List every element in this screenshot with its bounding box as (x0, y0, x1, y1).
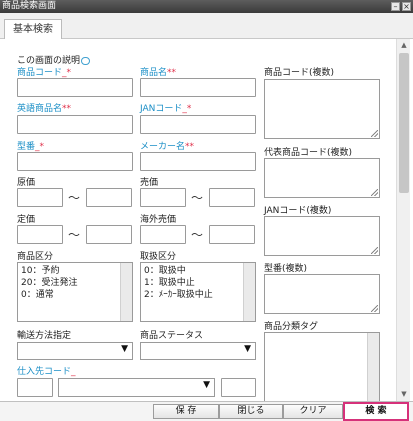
rep-codes-multi-label: 代表商品コード(複数) (264, 148, 353, 158)
jan-multi-label: JANコード(複数) (264, 206, 332, 216)
product-code-input[interactable] (17, 78, 133, 97)
model-no-label[interactable]: 型番_* (17, 139, 44, 152)
clear-button[interactable]: クリア (283, 404, 343, 419)
product-name-input[interactable] (140, 78, 256, 97)
shipping-method-label: 輸送方法指定 (17, 331, 72, 341)
required-mark: _* (35, 142, 45, 152)
model-multi-label: 型番(複数) (264, 264, 308, 274)
dropdown-arrow-icon: ▼ (203, 380, 210, 390)
handling-category-label: 取扱区分 (140, 252, 177, 262)
english-name-label[interactable]: 英語商品名** (17, 101, 71, 114)
required-mark: _* (62, 68, 72, 78)
jan-code-label[interactable]: JANコード_* (140, 101, 191, 114)
required-mark: ** (167, 68, 177, 78)
shipping-method-select[interactable]: ▼ (17, 342, 133, 360)
product-status-label: 商品ステータス (140, 331, 204, 341)
product-category-label: 商品区分 (17, 252, 54, 262)
selling-price-label: 売価 (140, 178, 159, 188)
minimize-button[interactable]: – (391, 2, 400, 11)
product-status-select[interactable]: ▼ (140, 342, 256, 360)
list-item[interactable]: 0：取扱中 (144, 265, 252, 277)
window-controls: – × (391, 2, 411, 11)
scroll-down-icon[interactable]: ▼ (397, 388, 411, 401)
listbox-scrollbar[interactable] (243, 263, 255, 321)
range-separator: 〜 (68, 228, 81, 242)
required-mark: _ (71, 367, 76, 377)
listbox-scrollbar[interactable] (367, 333, 379, 401)
supplier-extra-input[interactable] (221, 378, 256, 397)
range-separator: 〜 (191, 228, 204, 242)
save-button[interactable]: 保 存 (153, 404, 219, 419)
tab-basic-search[interactable]: 基本検索 (4, 19, 62, 40)
speech-bubble-icon (81, 56, 91, 65)
list-item[interactable]: 20：受注発注 (21, 277, 129, 289)
resize-grip-icon[interactable] (371, 189, 378, 196)
product-code-label-text: 商品コード (17, 68, 63, 78)
model-no-label-text: 型番 (17, 142, 36, 152)
search-form: この画面の説明 商品コード_* 商品名** 英語商品名** JANコード_* 型… (0, 39, 396, 401)
product-name-label[interactable]: 商品名** (140, 65, 176, 78)
resize-grip-icon[interactable] (371, 247, 378, 254)
required-mark: ** (62, 104, 72, 114)
list-price-to-input[interactable] (86, 225, 132, 244)
category-tag-label: 商品分類タグ (264, 322, 319, 332)
category-tag-listbox[interactable] (264, 332, 380, 401)
product-category-listbox[interactable]: 10：予約 20：受注発注 0：通常 (17, 262, 133, 322)
maker-name-input[interactable] (140, 152, 256, 171)
supplier-code-label[interactable]: 仕入先コード_ (17, 364, 76, 377)
footer-toolbar: 保 存 閉じる クリア 検 索 (0, 401, 413, 421)
selling-price-from-input[interactable] (140, 188, 186, 207)
list-price-from-input[interactable] (17, 225, 63, 244)
model-no-input[interactable] (17, 152, 133, 171)
close-button[interactable]: × (402, 2, 411, 11)
overseas-price-to-input[interactable] (209, 225, 255, 244)
search-button[interactable]: 検 索 (343, 402, 409, 421)
dropdown-arrow-icon: ▼ (121, 344, 128, 354)
list-item[interactable]: 1：取扱中止 (144, 277, 252, 289)
resize-grip-icon[interactable] (371, 130, 378, 137)
product-codes-multi-label: 商品コード(複数) (264, 68, 335, 78)
english-name-label-text: 英語商品名 (17, 104, 63, 114)
jan-code-input[interactable] (140, 115, 256, 134)
dropdown-arrow-icon: ▼ (244, 344, 251, 354)
window-title: 商品検索画面 (2, 1, 57, 11)
window-titlebar: 商品検索画面 – × (0, 0, 413, 13)
list-price-label: 定価 (17, 215, 36, 225)
selling-price-to-input[interactable] (209, 188, 255, 207)
jan-multi-textarea[interactable] (264, 216, 380, 256)
tab-bar: 基本検索 (0, 13, 413, 40)
product-code-label[interactable]: 商品コード_* (17, 65, 71, 78)
scroll-thumb[interactable] (399, 53, 409, 193)
maker-name-label-text: メーカー名 (140, 142, 186, 152)
supplier-code-label-text: 仕入先コード (17, 367, 72, 377)
listbox-scrollbar[interactable] (120, 263, 132, 321)
product-name-label-text: 商品名 (140, 68, 168, 78)
jan-code-label-text: JANコード (140, 104, 183, 114)
english-name-input[interactable] (17, 115, 133, 134)
cost-to-input[interactable] (86, 188, 132, 207)
close-window-button[interactable]: 閉じる (219, 404, 283, 419)
maker-name-label[interactable]: メーカー名** (140, 139, 194, 152)
product-codes-multi-textarea[interactable] (264, 79, 380, 139)
list-item[interactable]: 0：通常 (21, 289, 129, 301)
handling-category-listbox[interactable]: 0：取扱中 1：取扱中止 2：ﾒｰｶｰ取扱中止 (140, 262, 256, 322)
range-separator: 〜 (68, 191, 81, 205)
model-multi-textarea[interactable] (264, 274, 380, 314)
required-mark: ** (185, 142, 195, 152)
cost-label: 原価 (17, 178, 36, 188)
overseas-price-from-input[interactable] (140, 225, 186, 244)
range-separator: 〜 (191, 191, 204, 205)
page-scrollbar[interactable]: ▲ ▼ (396, 39, 410, 401)
resize-grip-icon[interactable] (371, 305, 378, 312)
overseas-price-label: 海外売価 (140, 215, 177, 225)
list-item[interactable]: 2：ﾒｰｶｰ取扱中止 (144, 289, 252, 301)
required-mark: _* (182, 104, 192, 114)
cost-from-input[interactable] (17, 188, 63, 207)
list-item[interactable]: 10：予約 (21, 265, 129, 277)
rep-codes-multi-textarea[interactable] (264, 158, 380, 198)
supplier-select[interactable]: ▼ (58, 378, 215, 397)
supplier-code-input[interactable] (17, 378, 53, 397)
scroll-up-icon[interactable]: ▲ (397, 39, 411, 52)
